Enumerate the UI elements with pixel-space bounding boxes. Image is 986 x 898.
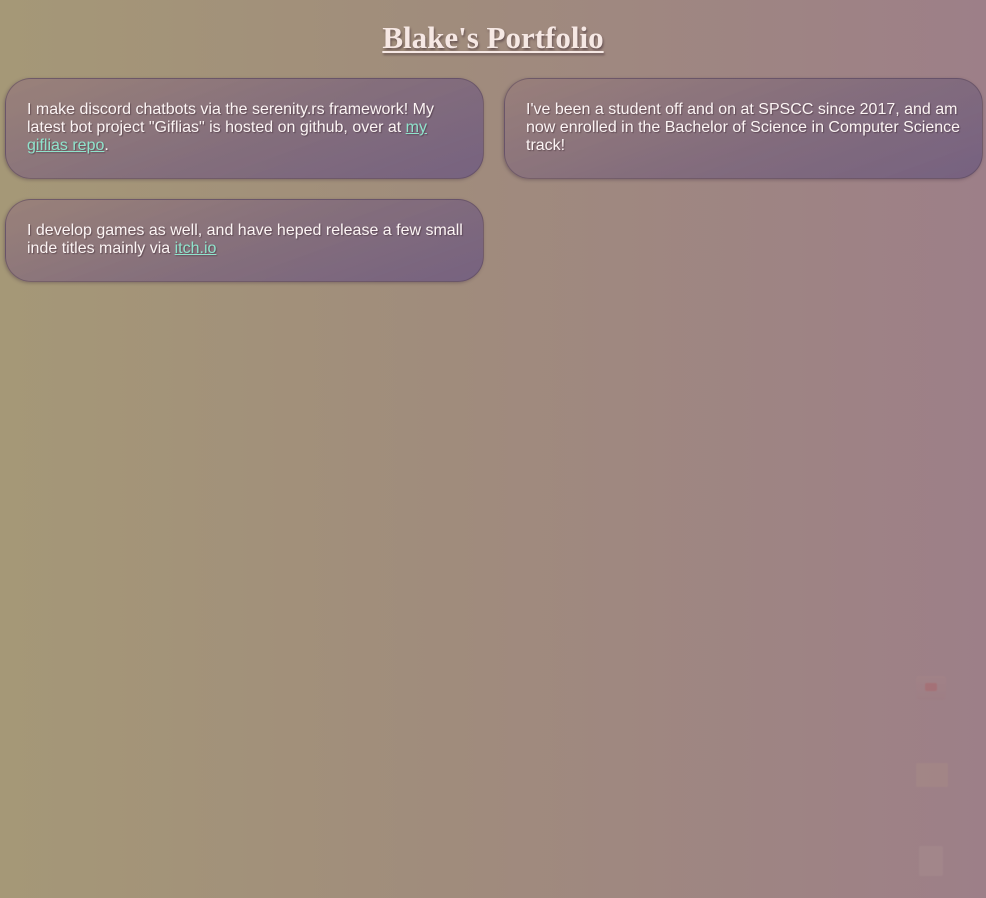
card-text: I make discord chatbots via the serenity…: [27, 101, 434, 136]
folder-icon: [916, 763, 948, 787]
file-icon: [919, 846, 943, 876]
card-games: I develop games as well, and have heped …: [5, 199, 484, 282]
card-text-end: .: [104, 137, 109, 154]
card-text: I've been a student off and on at SPSCC …: [526, 101, 961, 154]
card-discord-bots: I make discord chatbots via the serenity…: [5, 78, 484, 179]
page-title: Blake's Portfolio: [382, 20, 604, 55]
card-education: I've been a student off and on at SPSCC …: [504, 78, 983, 179]
app-shortcut-icon: [916, 676, 946, 700]
itch-io-link[interactable]: itch.io: [175, 240, 217, 257]
card-text: I develop games as well, and have heped …: [27, 222, 463, 257]
